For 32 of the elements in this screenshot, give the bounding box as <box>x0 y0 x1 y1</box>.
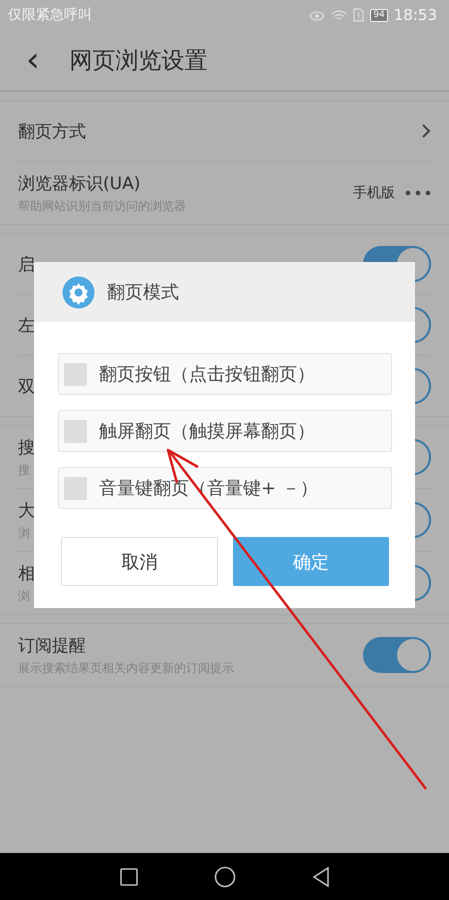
carrier-text: 仅限紧急呼叫 <box>8 6 93 24</box>
gear-icon <box>62 276 95 308</box>
wifi-icon <box>331 8 348 22</box>
back-icon[interactable] <box>312 866 330 886</box>
checkbox[interactable] <box>64 420 87 442</box>
setting-title: 启 <box>18 254 35 276</box>
battery-level: 94 <box>370 8 388 22</box>
sim-alert-icon <box>353 8 364 22</box>
setting-title: 双 <box>18 376 35 398</box>
setting-title: 搜 <box>18 436 35 458</box>
setting-title: 浏览器标识(UA) <box>18 172 140 194</box>
setting-title: 左 <box>18 314 35 336</box>
page-title: 网页浏览设置 <box>70 46 208 76</box>
page-turn-option[interactable]: 触屏翻页（触摸屏幕翻页） <box>58 410 392 452</box>
home-icon[interactable] <box>214 866 236 888</box>
dialog-title: 翻页模式 <box>107 281 179 304</box>
clock-time: 18:53 <box>394 6 437 24</box>
checkbox[interactable] <box>64 362 87 386</box>
chevron-right-icon <box>421 123 431 139</box>
back-button[interactable]: ‹ <box>22 43 44 77</box>
checkbox[interactable] <box>64 476 87 500</box>
setting-title: 大 <box>18 500 35 522</box>
page-turn-option[interactable]: 翻页按钮（点击按钮翻页） <box>58 353 392 395</box>
setting-title: 相 <box>18 562 35 584</box>
recent-apps-icon[interactable] <box>120 868 138 886</box>
toggle-switch[interactable] <box>363 637 431 673</box>
row-value: 手机版 <box>353 184 395 202</box>
cancel-button[interactable]: 取消 <box>61 537 218 586</box>
setting-title: 翻页方式 <box>18 120 86 142</box>
eye-icon <box>309 9 326 21</box>
more-icon[interactable] <box>405 190 431 196</box>
setting-title: 订阅提醒 <box>18 634 86 656</box>
